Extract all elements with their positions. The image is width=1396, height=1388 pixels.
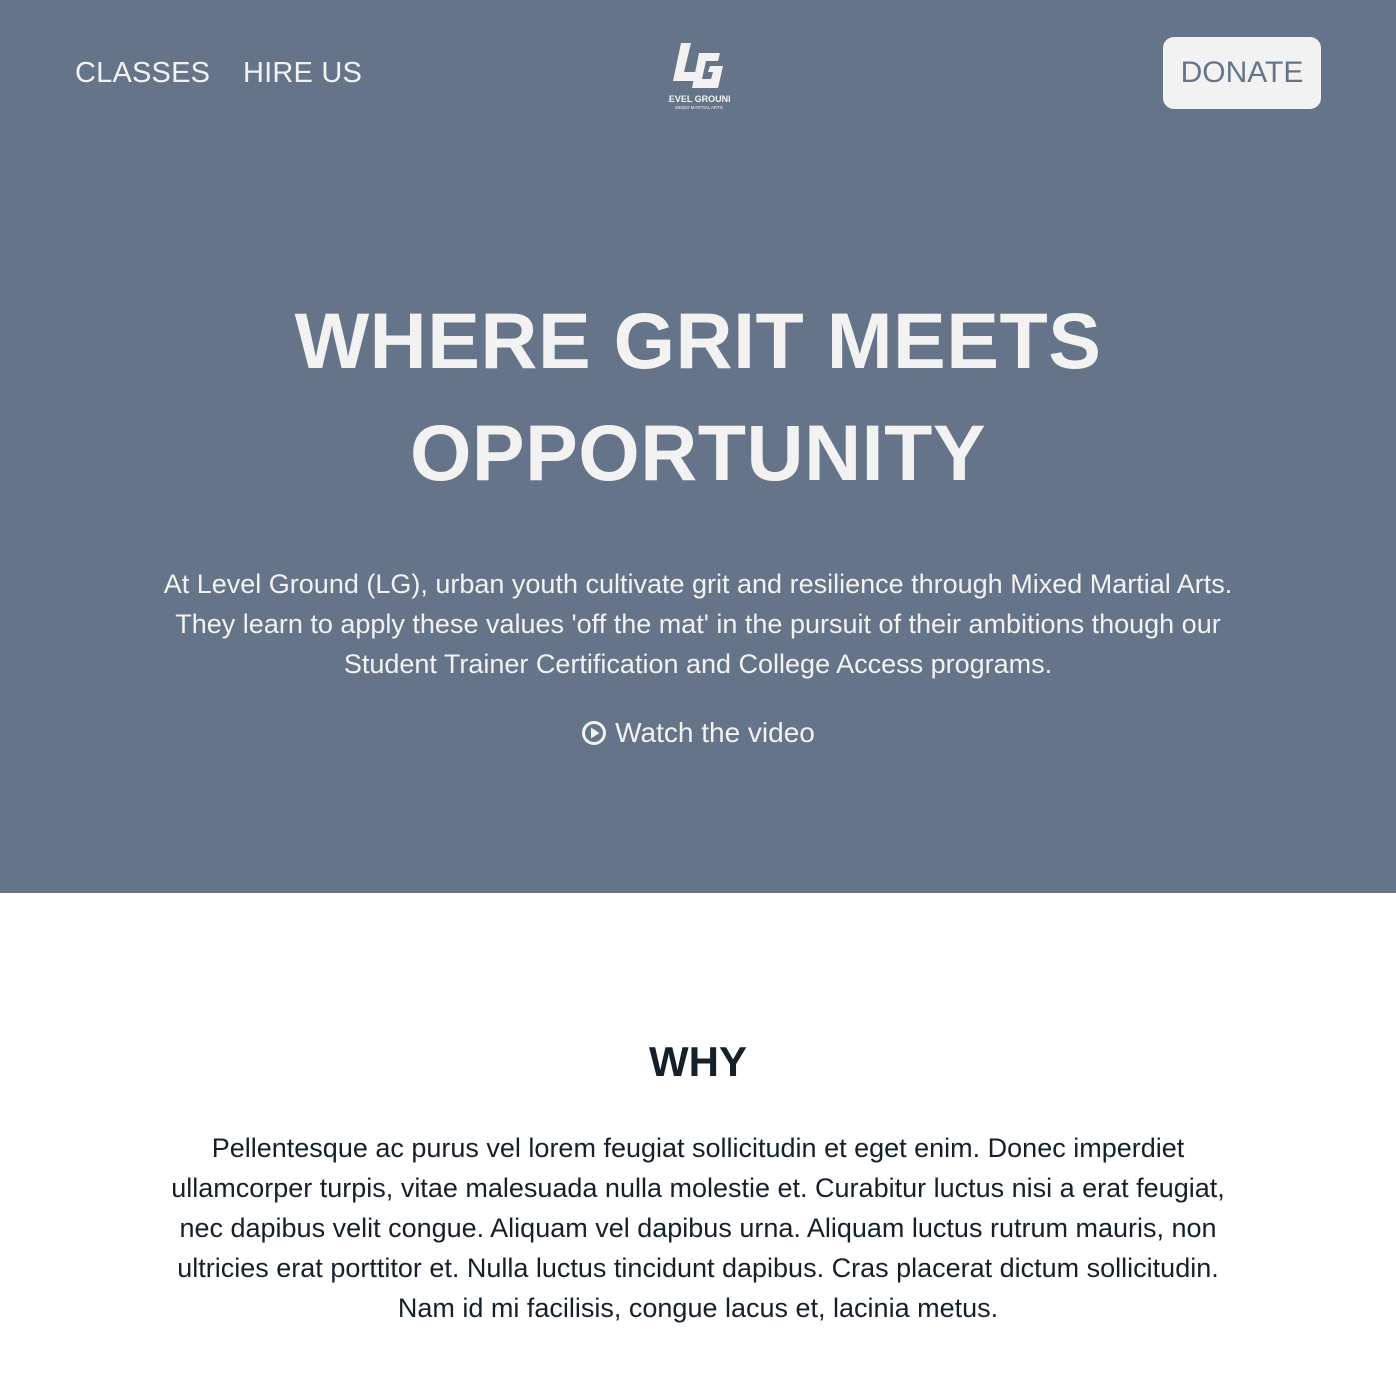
hero-title-line-1: WHERE GRIT MEETS bbox=[294, 296, 1102, 385]
logo-tagline: MIXED MARTIAL ARTS bbox=[675, 105, 723, 110]
watch-video-label[interactable]: Watch the video bbox=[615, 717, 815, 748]
why-title: WHY bbox=[649, 1038, 747, 1085]
play-circle-icon bbox=[581, 719, 607, 755]
hero-title-line-2: OPPORTUNITY bbox=[409, 408, 987, 497]
hero-title: WHERE GRIT MEETS OPPORTUNITY bbox=[0, 285, 1396, 509]
hero-section: CLASSES HIRE US LEVEL GROUND MIXED MARTI… bbox=[0, 0, 1396, 893]
donate-button[interactable]: DONATE bbox=[1163, 37, 1321, 109]
level-ground-logo[interactable]: LEVEL GROUND MIXED MARTIAL ARTS bbox=[663, 38, 735, 112]
lg-logo-icon: LEVEL GROUND MIXED MARTIAL ARTS bbox=[663, 43, 735, 110]
logo-name: LEVEL GROUND bbox=[668, 94, 730, 104]
hero-description: At Level Ground (LG), urban youth cultiv… bbox=[163, 569, 1233, 679]
why-description: Pellentesque ac purus vel lorem feugiat … bbox=[171, 1133, 1225, 1323]
nav-link-hire-us[interactable]: HIRE US bbox=[243, 56, 362, 90]
nav-link-classes[interactable]: CLASSES bbox=[75, 56, 210, 90]
watch-video-link[interactable]: Watch the video bbox=[0, 715, 1396, 755]
